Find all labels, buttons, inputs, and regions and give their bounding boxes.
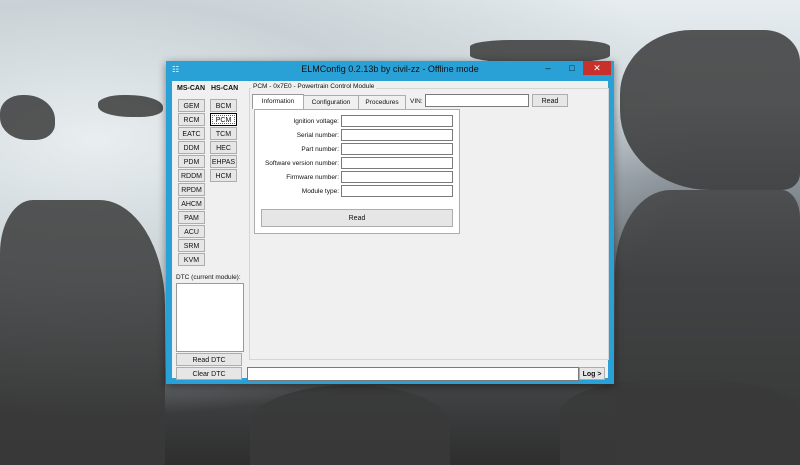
read-dtc-button[interactable]: Read DTC <box>176 353 242 366</box>
ignition-voltage-label: Ignition voltage: <box>293 118 339 125</box>
firmware-number-label: Firmware number: <box>286 174 339 181</box>
maximize-button[interactable]: □ <box>561 61 583 75</box>
software-version-number-label: Software version number: <box>264 160 339 167</box>
module-button-rcm[interactable]: RCM <box>178 113 205 126</box>
title-bar[interactable]: ☷ ELMConfig 0.2.13b by civil-zz - Offlin… <box>166 61 614 79</box>
vin-read-button[interactable]: Read <box>532 94 568 107</box>
dtc-list[interactable] <box>176 283 244 352</box>
module-button-pdm[interactable]: PDM <box>178 155 205 168</box>
module-button-acu[interactable]: ACU <box>178 225 205 238</box>
module-button-bcm[interactable]: BCM <box>210 99 237 112</box>
serial-number-field[interactable] <box>341 129 453 141</box>
close-button[interactable]: ✕ <box>583 61 611 75</box>
module-button-srm[interactable]: SRM <box>178 239 205 252</box>
module-type-field[interactable] <box>341 185 453 197</box>
part-number-label: Part number: <box>301 146 339 153</box>
part-number-field[interactable] <box>341 143 453 155</box>
module-button-ddm[interactable]: DDM <box>178 141 205 154</box>
module-button-ehpas[interactable]: EHPAS <box>210 155 237 168</box>
module-button-gem[interactable]: GEM <box>178 99 205 112</box>
information-panel: Ignition voltage: Serial number: Part nu… <box>254 109 460 234</box>
vin-label: VIN: <box>410 98 423 105</box>
hs-can-header: HS-CAN <box>211 85 239 92</box>
module-button-rpdm[interactable]: RPDM <box>178 183 205 196</box>
firmware-number-field[interactable] <box>341 171 453 183</box>
module-type-label: Module type: <box>301 188 339 195</box>
read-info-button[interactable]: Read <box>261 209 453 227</box>
log-toggle-button[interactable]: Log > <box>579 367 605 380</box>
module-title: PCM - 0x7E0 - Powertrain Control Module <box>251 83 377 90</box>
log-field[interactable] <box>247 367 579 381</box>
vin-input[interactable] <box>425 94 529 107</box>
module-button-ahcm[interactable]: AHCM <box>178 197 205 210</box>
minimize-button[interactable]: – <box>537 61 559 75</box>
clear-dtc-button[interactable]: Clear DTC <box>176 367 242 380</box>
serial-number-label: Serial number: <box>296 132 339 139</box>
tab-information[interactable]: Information <box>252 94 304 109</box>
app-window: ☷ ELMConfig 0.2.13b by civil-zz - Offlin… <box>166 61 614 384</box>
client-area: MS-CAN HS-CAN GEM RCM EATC DDM PDM RDDM … <box>172 81 609 381</box>
ignition-voltage-field[interactable] <box>341 115 453 127</box>
module-button-pcm[interactable]: PCM <box>210 113 237 126</box>
module-button-eatc[interactable]: EATC <box>178 127 205 140</box>
software-version-number-field[interactable] <box>341 157 453 169</box>
module-button-pam[interactable]: PAM <box>178 211 205 224</box>
ms-can-header: MS-CAN <box>177 85 205 92</box>
module-button-rddm[interactable]: RDDM <box>178 169 205 182</box>
module-button-hec[interactable]: HEC <box>210 141 237 154</box>
module-button-kvm[interactable]: KVM <box>178 253 205 266</box>
module-button-tcm[interactable]: TCM <box>210 127 237 140</box>
tab-configuration[interactable]: Configuration <box>303 95 359 109</box>
module-button-hcm[interactable]: HCM <box>210 169 237 182</box>
dtc-label: DTC (current module): <box>176 274 241 281</box>
tab-procedures[interactable]: Procedures <box>358 95 406 109</box>
